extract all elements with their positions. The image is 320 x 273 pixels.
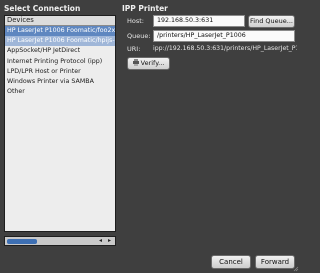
queue-label: Queue: xyxy=(127,32,151,40)
scrollbar-thumb[interactable] xyxy=(7,239,37,244)
list-item[interactable]: HP LaserJet P1006 Foomatic/hpijs-2 xyxy=(5,36,115,47)
host-label: Host: xyxy=(127,17,144,25)
resize-grip-icon[interactable] xyxy=(293,266,299,272)
printer-check-icon xyxy=(132,59,139,66)
horizontal-scrollbar[interactable]: ◂ ▸ xyxy=(4,236,116,246)
uri-value: ipp://192.168.50.3:631/printers/HP_Laser… xyxy=(153,45,297,52)
ipp-printer-heading: IPP Printer xyxy=(122,4,168,13)
list-item[interactable]: AppSocket/HP JetDirect xyxy=(5,46,115,56)
forward-button[interactable]: Forward xyxy=(255,255,295,269)
queue-field[interactable]: /printers/HP_LaserJet_P1006 xyxy=(153,30,295,42)
verify-label: Verify... xyxy=(140,59,165,67)
verify-button[interactable]: Verify... xyxy=(127,57,170,70)
scroll-right-icon[interactable]: ▸ xyxy=(105,237,114,245)
devices-column-header[interactable]: Devices xyxy=(5,16,115,26)
forward-label: Forward xyxy=(260,258,290,266)
cancel-label: Cancel xyxy=(219,258,243,266)
list-item[interactable]: Other xyxy=(5,87,115,97)
list-item[interactable]: Internet Printing Protocol (ipp) xyxy=(5,57,115,67)
cancel-button[interactable]: Cancel xyxy=(211,255,251,269)
find-queue-button[interactable]: Find Queue... xyxy=(248,15,295,28)
scroll-left-icon[interactable]: ◂ xyxy=(96,237,105,245)
devices-list[interactable]: Devices HP LaserJet P1006 Foomatic/foo2x… xyxy=(4,15,116,232)
list-item[interactable]: HP LaserJet P1006 Foomatic/foo2xqx xyxy=(5,26,115,37)
find-queue-label: Find Queue... xyxy=(250,17,293,25)
host-field[interactable]: 192.168.50.3:631 xyxy=(153,15,245,27)
uri-label: URI: xyxy=(127,45,141,53)
list-item[interactable]: Windows Printer via SAMBA xyxy=(5,77,115,87)
list-item[interactable]: LPD/LPR Host or Printer xyxy=(5,67,115,77)
select-connection-heading: Select Connection xyxy=(4,4,81,13)
